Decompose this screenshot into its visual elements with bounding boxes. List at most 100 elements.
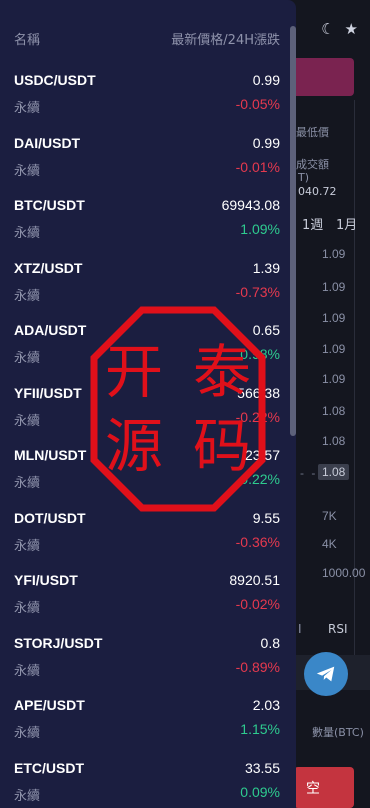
depth-label: 4K [322, 537, 337, 551]
change-percent: -0.05% [235, 96, 280, 112]
market-row[interactable]: XTZ/USDT 永續 1.39 -0.73% [0, 260, 296, 323]
change-percent: 1.15% [240, 721, 280, 737]
volume-value: 040.72 [298, 185, 337, 198]
market-row-left: USDC/USDT 永續 [14, 72, 96, 135]
market-row-right: 2.03 1.15% [240, 697, 280, 760]
market-row-right: 69943.08 1.09% [222, 197, 280, 260]
change-percent: -0.22% [235, 408, 280, 425]
indicator-tab[interactable]: I [298, 622, 302, 636]
sell-button-label: 空 [306, 779, 320, 796]
change-percent: -0.01% [235, 158, 280, 175]
market-row[interactable]: DAI/USDT 永續 0.99 -0.01% [0, 135, 296, 198]
market-row[interactable]: DOT/USDT 永續 9.55 -0.36% [0, 510, 296, 573]
axis-value: 1.09 [322, 342, 346, 356]
change-percent: 0.98% [240, 346, 280, 362]
contract-type: 永續 [14, 351, 41, 366]
column-price-header: 最新價格/24H漲跌 [171, 33, 280, 48]
symbol: APE/USDT [14, 697, 85, 713]
last-price: 0.8 [260, 634, 280, 651]
change-percent: -0.73% [235, 283, 280, 300]
contract-type: 永續 [14, 101, 41, 116]
change-percent: 0.09% [240, 783, 280, 800]
symbol: USDC/USDT [14, 72, 96, 88]
market-row-right: 1.39 -0.73% [236, 260, 280, 323]
symbol: XTZ/USDT [14, 259, 83, 276]
market-row-left: STORJ/USDT 永續 [14, 635, 102, 698]
market-row-left: MLN/USDT 永續 [14, 447, 86, 510]
sell-button[interactable]: 空 [294, 767, 354, 808]
market-row[interactable]: STORJ/USDT 永續 0.8 -0.89% [0, 635, 296, 698]
contract-type: 永續 [14, 788, 41, 804]
last-price: 1.39 [252, 259, 280, 276]
contract-type: 永續 [14, 476, 41, 491]
market-row[interactable]: USDC/USDT 永續 0.99 -0.05% [0, 72, 296, 135]
amount-label: 數量(BTC) [312, 726, 364, 739]
market-row[interactable]: BTC/USDT 永續 69943.08 1.09% [0, 197, 296, 260]
last-price: 0.99 [252, 72, 280, 88]
market-row-right: 8920.51 -0.02% [229, 572, 280, 635]
column-name-header: 名稱 [14, 33, 41, 48]
contract-type: 永續 [14, 538, 41, 554]
market-row[interactable]: MLN/USDT 永續 23.57 0.22% [0, 447, 296, 510]
last-price: 8920.51 [229, 572, 280, 588]
contract-type: 永續 [14, 226, 41, 241]
change-percent: 0.22% [240, 471, 280, 487]
contract-type: 永續 [14, 663, 41, 679]
symbol: YFII/USDT [14, 384, 82, 401]
tab-1w[interactable]: 1週 [302, 214, 323, 233]
change-percent: -0.36% [235, 533, 280, 550]
market-row-left: DAI/USDT 永續 [14, 135, 80, 198]
market-row-left: XTZ/USDT 永續 [14, 260, 82, 323]
market-row-right: 0.99 -0.05% [236, 72, 280, 135]
action-bar[interactable] [290, 58, 354, 96]
symbol: DAI/USDT [14, 134, 81, 151]
market-list-header: 名稱 最新價格/24H漲跌 [0, 0, 296, 72]
market-row-right: 566.38 -0.22% [236, 385, 280, 448]
contract-type: 永續 [14, 288, 41, 304]
market-row-right: 23.57 0.22% [240, 447, 280, 510]
tab-1m[interactable]: 1月 [336, 214, 357, 233]
market-row[interactable]: ETC/USDT 永續 33.55 0.09% [0, 760, 296, 808]
star-icon[interactable]: ★ [345, 20, 358, 38]
moon-icon[interactable]: ☾ [321, 20, 334, 38]
last-price: 566.38 [237, 384, 280, 401]
market-row-left: ETC/USDT 永續 [14, 760, 84, 808]
telegram-icon[interactable] [304, 652, 348, 696]
last-price: 0.65 [252, 322, 280, 338]
market-drawer: 名稱 最新價格/24H漲跌 USDC/USDT 永續 0.99 -0.05% DAI/U… [0, 0, 296, 808]
depth-label: 1000.00 [322, 566, 366, 580]
last-price: 69943.08 [221, 197, 280, 213]
market-row-right: 9.55 -0.36% [236, 510, 280, 573]
market-row-right: 0.99 -0.01% [236, 135, 280, 198]
tab-rsi[interactable]: RSI [328, 622, 348, 636]
axis-value: 1.08 [322, 404, 346, 418]
header-actions: ☾ ★ [321, 20, 358, 38]
symbol: ETC/USDT [14, 759, 84, 776]
market-row[interactable]: YFII/USDT 永續 566.38 -0.22% [0, 385, 296, 448]
current-price-tag: 1.08 [318, 464, 350, 480]
market-row-right: 0.65 0.98% [240, 322, 280, 385]
volume-unit: T) [298, 171, 310, 184]
symbol: DOT/USDT [14, 509, 86, 526]
axis-value: 1.09 [322, 311, 346, 325]
market-row[interactable]: APE/USDT 永續 2.03 1.15% [0, 697, 296, 760]
axis-value: 1.09 [322, 372, 346, 386]
symbol: STORJ/USDT [14, 634, 103, 651]
last-price: 33.55 [244, 759, 280, 776]
change-percent: -0.89% [235, 658, 280, 675]
low-price-label: 最低價 [296, 126, 329, 139]
contract-type: 永續 [14, 601, 41, 616]
symbol: MLN/USDT [14, 447, 87, 463]
contract-type: 永續 [14, 726, 41, 741]
scrollbar[interactable] [290, 26, 296, 436]
market-row-left: BTC/USDT 永續 [14, 197, 85, 260]
market-row[interactable]: ADA/USDT 永續 0.65 0.98% [0, 322, 296, 385]
last-price: 0.99 [252, 134, 280, 151]
market-row-right: 33.55 0.09% [240, 760, 280, 808]
market-row-left: DOT/USDT 永續 [14, 510, 86, 573]
market-row-left: APE/USDT 永續 [14, 697, 85, 760]
axis-value: 1.09 [322, 247, 346, 261]
symbol: ADA/USDT [14, 322, 87, 338]
depth-label: 7K [322, 509, 337, 523]
market-row[interactable]: YFI/USDT 永續 8920.51 -0.02% [0, 572, 296, 635]
